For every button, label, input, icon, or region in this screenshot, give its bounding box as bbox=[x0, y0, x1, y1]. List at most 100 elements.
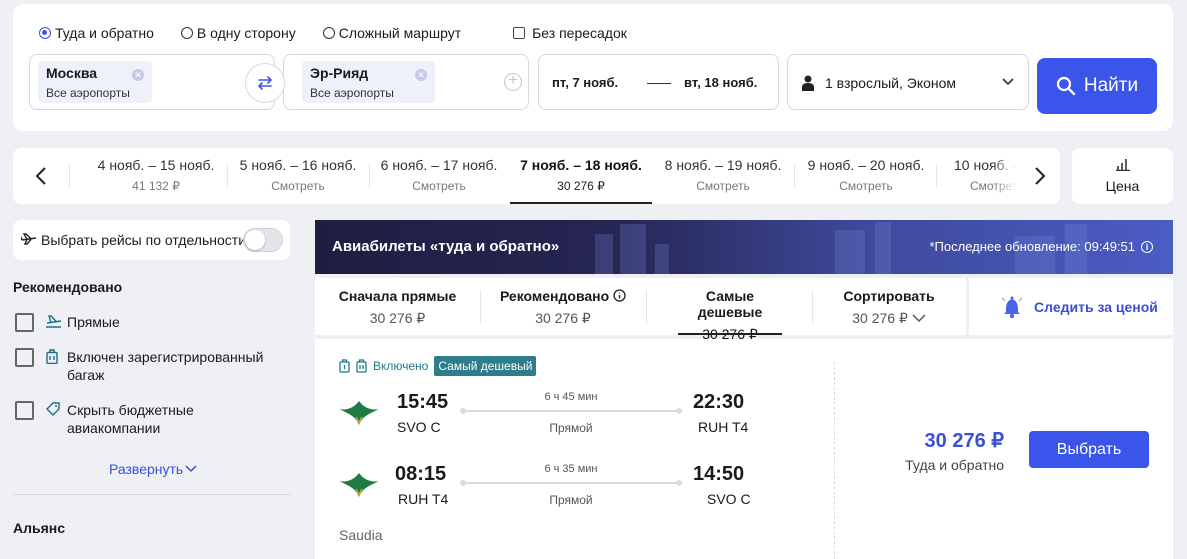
last-updated: *Последнее обновление: 09:49:51 i bbox=[929, 239, 1153, 254]
plane-icon bbox=[46, 315, 62, 328]
tab-cheapest[interactable]: Самые дешевые 30 276 ₽ bbox=[678, 278, 782, 342]
baggage-icon bbox=[356, 359, 367, 373]
search-icon bbox=[1056, 76, 1076, 96]
arrival-airport: RUH T4 bbox=[698, 419, 749, 435]
chevron-down-icon bbox=[185, 465, 197, 473]
from-field[interactable]: Москва Все аэропорты ✕ bbox=[29, 54, 275, 110]
ticket-price: 30 276 ₽ bbox=[924, 430, 1004, 452]
price-note: Туда и обратно bbox=[905, 457, 1004, 473]
trip-type-selector: Туда и обратно В одну сторону Сложный ма… bbox=[39, 25, 627, 41]
to-airports: Все аэропорты bbox=[310, 86, 394, 100]
divider bbox=[69, 164, 70, 188]
to-city-chip: Эр-Рияд Все аэропорты ✕ bbox=[302, 61, 435, 103]
from-city-chip: Москва Все аэропорты ✕ bbox=[38, 61, 152, 103]
chevron-right-icon bbox=[1035, 167, 1046, 185]
swap-icon bbox=[258, 76, 272, 90]
tab-direct-first[interactable]: Сначала прямые 30 276 ₽ bbox=[315, 278, 480, 335]
from-airports: Все аэропорты bbox=[46, 86, 130, 100]
radio-round-trip[interactable]: Туда и обратно bbox=[39, 25, 154, 41]
stops-label: Прямой bbox=[549, 493, 593, 507]
to-field[interactable]: Эр-Рияд Все аэропорты ✕ + bbox=[283, 54, 529, 110]
to-city: Эр-Рияд bbox=[310, 65, 369, 81]
route-line bbox=[460, 480, 682, 486]
filter-checkbox[interactable] bbox=[15, 313, 34, 332]
date-option[interactable]: 6 нояб. – 17 нояб. Смотреть bbox=[368, 148, 510, 204]
ticket-badges: Включено Самый дешевый bbox=[339, 356, 537, 376]
departure-time: 08:15 bbox=[395, 463, 447, 485]
arrival-time: 14:50 bbox=[693, 463, 745, 485]
departure-airport: RUH T4 bbox=[398, 491, 449, 507]
bell-icon bbox=[1001, 296, 1023, 319]
select-ticket-button[interactable]: Выбрать bbox=[1029, 431, 1149, 468]
find-button[interactable]: Найти bbox=[1037, 58, 1157, 114]
prev-dates-button[interactable] bbox=[27, 162, 55, 190]
radio-dot bbox=[39, 27, 51, 39]
price-chart-button[interactable]: Цена bbox=[1072, 148, 1173, 204]
stops-label: Прямой bbox=[549, 421, 593, 435]
track-price-button[interactable]: Следить за ценой bbox=[969, 278, 1173, 335]
from-city: Москва bbox=[46, 65, 98, 81]
departure-airport: SVO C bbox=[397, 419, 441, 435]
info-icon[interactable]: i bbox=[1141, 240, 1153, 253]
baggage-icon bbox=[46, 349, 58, 364]
included-badge: Включено bbox=[339, 359, 428, 373]
date-option[interactable]: 5 нояб. – 16 нояб. Смотреть bbox=[227, 148, 369, 204]
airline-logo-icon bbox=[339, 473, 379, 497]
radio-dot bbox=[180, 27, 193, 39]
tag-icon bbox=[46, 402, 60, 416]
swap-cities-button[interactable] bbox=[245, 63, 285, 103]
add-route-icon[interactable]: + bbox=[504, 73, 522, 91]
arrival-time: 22:30 bbox=[693, 391, 745, 413]
direct-only-checkbox[interactable]: Без пересадок bbox=[513, 25, 627, 41]
tab-sort-dropdown[interactable]: Сортировать 30 276 ₽ bbox=[812, 278, 966, 335]
cheapest-badge: Самый дешевый bbox=[434, 356, 537, 376]
tab-recommended[interactable]: Рекомендовано 30 276 ₽ bbox=[480, 278, 646, 335]
separate-flights-toggle-card: Выбрать рейсы по отдельности bbox=[13, 220, 290, 260]
return-date: вт, 18 нояб. bbox=[684, 75, 758, 90]
return-segment: 08:15 RUH T4 6 ч 35 мин Прямой 14:50 SVO… bbox=[339, 463, 759, 523]
departure-time: 15:45 bbox=[397, 391, 449, 413]
passengers-field[interactable]: 1 взрослый, Эконом bbox=[787, 54, 1029, 110]
recommended-title: Рекомендовано bbox=[13, 279, 123, 295]
filter-checkbox[interactable] bbox=[15, 348, 34, 367]
date-dash bbox=[647, 83, 671, 84]
radio-multi-city[interactable]: Сложный маршрут bbox=[322, 25, 461, 41]
filter-checkbox[interactable] bbox=[15, 401, 34, 420]
arrival-airport: SVO C bbox=[707, 491, 751, 507]
flight-duration: 6 ч 35 мин bbox=[544, 463, 598, 475]
results-title: Авиабилеты «туда и обратно» bbox=[332, 238, 560, 255]
checkbox-box bbox=[513, 27, 526, 39]
airline-name: Saudia bbox=[339, 527, 383, 543]
divider bbox=[646, 290, 647, 324]
date-strip: 4 нояб. – 15 нояб. 41 132 ₽ 5 нояб. – 16 … bbox=[13, 148, 1060, 204]
date-option[interactable]: 9 нояб. – 20 нояб. Смотреть bbox=[795, 148, 937, 204]
plane-icon bbox=[21, 233, 37, 245]
expand-filters-link[interactable]: Развернуть bbox=[109, 461, 197, 477]
date-option-selected[interactable]: 7 нояб. – 18 нояб. 30 276 ₽ bbox=[510, 148, 652, 204]
separate-flights-label: Выбрать рейсы по отдельности bbox=[41, 232, 247, 248]
depart-date: пт, 7 нояб. bbox=[552, 75, 619, 90]
dates-field[interactable]: пт, 7 нояб. вт, 18 нояб. bbox=[538, 54, 779, 110]
bar-chart-icon bbox=[1115, 159, 1130, 172]
date-option[interactable]: 4 нояб. – 15 нояб. 41 132 ₽ bbox=[85, 148, 227, 204]
clear-to-icon[interactable]: ✕ bbox=[415, 69, 427, 81]
info-icon[interactable] bbox=[613, 289, 626, 302]
radio-one-way[interactable]: В одну сторону bbox=[180, 25, 296, 41]
alliance-title: Альянс bbox=[13, 520, 66, 536]
passengers-value: 1 взрослый, Эконом bbox=[825, 75, 957, 91]
route-line bbox=[460, 408, 682, 414]
results-banner: Авиабилеты «туда и обратно» *Последнее о… bbox=[315, 220, 1173, 274]
separate-flights-switch[interactable] bbox=[243, 228, 283, 252]
person-icon bbox=[802, 75, 814, 91]
clear-from-icon[interactable]: ✕ bbox=[132, 69, 144, 81]
strip-fade bbox=[993, 148, 1017, 204]
chevron-left-icon bbox=[35, 167, 46, 185]
date-option[interactable]: 8 нояб. – 19 нояб. Смотреть bbox=[652, 148, 794, 204]
outbound-segment: 15:45 SVO C 6 ч 45 мин Прямой 22:30 RUH … bbox=[339, 391, 759, 451]
radio-dot bbox=[322, 27, 335, 39]
hand-luggage-icon bbox=[339, 359, 350, 373]
sort-tabs: Сначала прямые 30 276 ₽ Рекомендовано 30 … bbox=[315, 278, 966, 342]
ticket-card: Включено Самый дешевый 15:45 SVO C 6 ч 4… bbox=[315, 339, 1173, 559]
next-dates-button[interactable] bbox=[1026, 162, 1054, 190]
flight-duration: 6 ч 45 мин bbox=[544, 391, 598, 403]
